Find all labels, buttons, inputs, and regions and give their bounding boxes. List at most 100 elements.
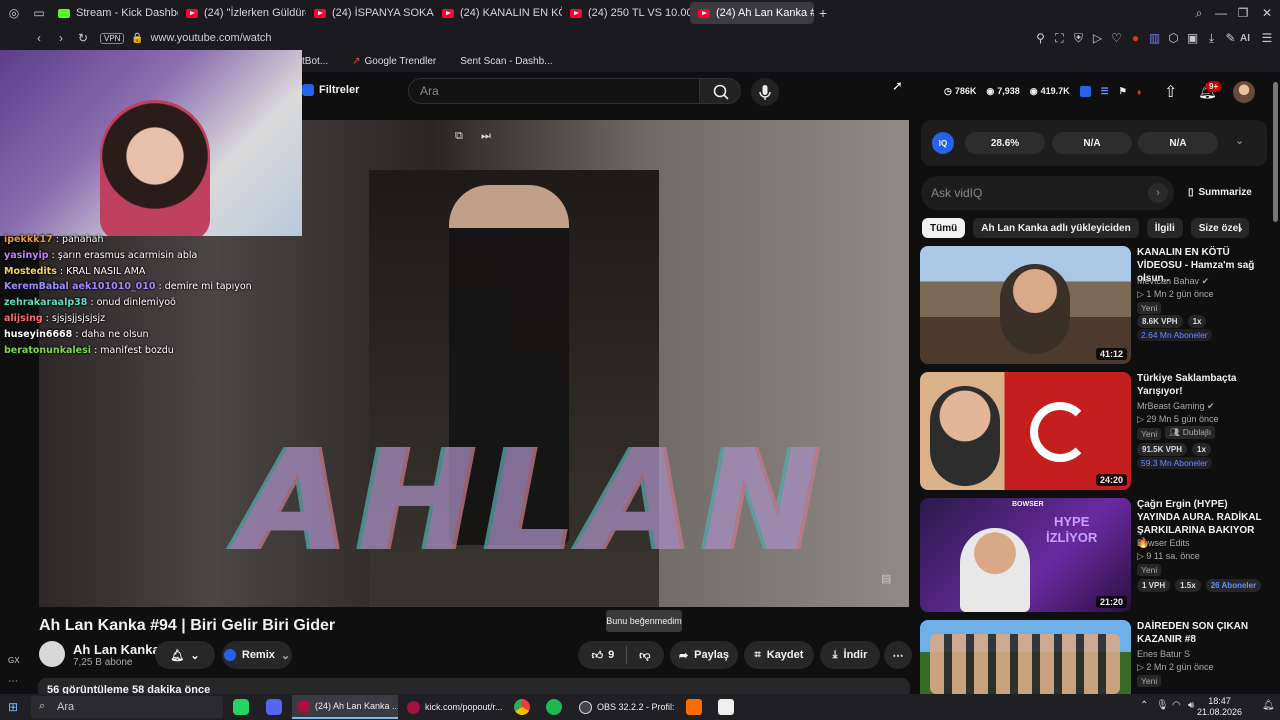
bookmark-item[interactable]: tBot...	[302, 56, 328, 67]
vidiq-stat-2[interactable]: N/A	[1052, 132, 1132, 154]
tab-youtube-3[interactable]: (24) KANALIN EN KÖTÜ Vİ	[434, 2, 562, 24]
list-icon[interactable]: ☰	[1101, 86, 1109, 97]
miniplayer-icon[interactable]: ⧉	[455, 130, 463, 143]
taskbar-item-kick[interactable]: kick.com/popout/r...	[402, 695, 502, 719]
remix-button[interactable]: Remix ⌄	[222, 641, 292, 669]
vidiq-stat-3[interactable]: N/A	[1138, 132, 1218, 154]
chip-uploader[interactable]: Ah Lan Kanka adlı yükleyiciden	[973, 218, 1139, 238]
taskbar-item-obs[interactable]: OBS 32.2.2 - Profil: ...	[574, 695, 678, 719]
tab-youtube-4[interactable]: (24) 250 TL VS 10.000 TL Y	[562, 2, 690, 24]
edit-icon[interactable]: ✎	[1221, 31, 1240, 45]
heart-icon[interactable]: ♡	[1107, 31, 1126, 45]
mic-icon[interactable]: 🎙︎	[1156, 700, 1169, 711]
subscribe-bell-button[interactable]: 🔔︎ ⌄	[155, 641, 215, 669]
snapshot-icon[interactable]: ⛶	[1050, 31, 1069, 46]
tab-youtube-1[interactable]: (24) "İzlerken Güldüren Ed	[178, 2, 306, 24]
pin-icon[interactable]: ⚲	[1031, 31, 1050, 45]
tab-kick-dashboard[interactable]: Stream - Kick Dashboard	[50, 2, 178, 24]
rec-title[interactable]: DAİREDEN SON ÇIKAN KAZANIR #8	[1137, 620, 1269, 646]
chevron-down-icon[interactable]: ⌄	[1235, 134, 1244, 147]
like-button[interactable]: 👍︎ 9	[592, 649, 615, 662]
app-icon[interactable]	[718, 699, 734, 715]
tray-chevron-icon[interactable]: ⌃	[1140, 700, 1148, 711]
chip-related[interactable]: İlgili	[1146, 218, 1183, 238]
search-button[interactable]	[699, 78, 741, 104]
tab-youtube-active[interactable]: (24) Ah Lan Kanka #94 | Bi	[690, 2, 814, 24]
thumbnail[interactable]: 24:20	[920, 372, 1131, 490]
download-button[interactable]: ⤓ İndir	[820, 641, 880, 669]
thumbnail[interactable]: 41:12	[920, 246, 1131, 364]
bell-alert-icon[interactable]: ♦	[1137, 87, 1142, 97]
recommendation-item[interactable]: BOWSER HYPE İZLİYOR 21:20 Çağrı Ergin (H…	[920, 498, 1270, 612]
new-tab-button[interactable]: +	[814, 5, 832, 21]
whatsapp-icon[interactable]	[233, 699, 249, 715]
taskbar-item-youtube[interactable]: (24) Ah Lan Kanka ...	[292, 695, 398, 719]
rec-title[interactable]: Türkiye Saklambaçta Yarışıyor!	[1137, 372, 1269, 398]
vidiq-score[interactable]: 28.6%	[965, 132, 1045, 154]
extensions-icon[interactable]: ⬡	[1164, 31, 1183, 45]
url-field[interactable]: www.youtube.com/watch	[150, 32, 271, 44]
menu-icon[interactable]: ☰	[1258, 31, 1276, 45]
shield-icon[interactable]: ⛨	[1069, 31, 1088, 46]
rec-channel[interactable]: Bowser Edits	[1137, 538, 1190, 548]
download-icon[interactable]: ⤓	[1202, 31, 1221, 46]
play-icon[interactable]: ▷	[1088, 31, 1107, 45]
notification-center-icon[interactable]: 🔔︎	[1262, 700, 1275, 711]
save-button[interactable]: ⌗ Kaydet	[744, 641, 814, 669]
tab-youtube-2[interactable]: (24) İSPANYA SOKAK YEM	[306, 2, 434, 24]
tag-icon[interactable]: ⚑	[1119, 86, 1127, 97]
tab-menu-icon[interactable]: ▭	[28, 6, 50, 20]
minimize-icon[interactable]: —	[1210, 6, 1232, 20]
gx-icon[interactable]: GX	[8, 656, 20, 665]
bookmark-item[interactable]: Sent Scan - Dashb...	[460, 56, 552, 67]
bookmark-google-trends[interactable]: ↗ Google Trendler	[352, 56, 436, 67]
chrome-icon[interactable]	[514, 699, 530, 715]
search-input[interactable]: Ara	[408, 78, 700, 104]
back-icon[interactable]: ‹	[28, 31, 50, 45]
thumbnail[interactable]	[920, 620, 1131, 694]
thumbnail[interactable]: BOWSER HYPE İZLİYOR 21:20	[920, 498, 1131, 612]
recommendation-item[interactable]: DAİREDEN SON ÇIKAN KAZANIR #8 Enes Batur…	[920, 620, 1270, 694]
app-icon[interactable]	[686, 699, 702, 715]
send-icon[interactable]: ›	[1148, 183, 1168, 203]
sidebar-more-icon[interactable]: ⋯	[8, 676, 18, 687]
rec-channel[interactable]: MrBeast Gaming ✔	[1137, 401, 1215, 412]
rec-channel[interactable]: Enes Batur S	[1137, 649, 1190, 659]
extension-red-icon[interactable]: ●	[1126, 31, 1145, 45]
spotify-icon[interactable]	[546, 699, 562, 715]
recommendation-item[interactable]: 41:12 KANALIN EN KÖTÜ VİDEOSU - Hamza'm …	[920, 246, 1270, 364]
vidiq-ext-icon[interactable]: ▥	[1145, 31, 1164, 45]
dislike-button[interactable]: 👎︎	[639, 649, 650, 662]
screenshot-icon[interactable]: ▣	[1183, 31, 1202, 45]
upload-icon[interactable]: ⇧	[1164, 82, 1177, 102]
clock[interactable]: 18:47 21.08.2026	[1197, 696, 1242, 718]
summarize-button[interactable]: ▯ Summarize	[1188, 187, 1252, 198]
share-button[interactable]: ➦ Paylaş	[670, 641, 738, 669]
scrollbar-thumb[interactable]	[1273, 82, 1278, 222]
ask-vidiq-input[interactable]: Ask vidIQ ›	[921, 176, 1174, 210]
vpn-badge[interactable]: VPN	[100, 32, 125, 44]
search-tabs-icon[interactable]: ⌕	[1188, 6, 1210, 21]
wifi-icon[interactable]: ◠	[1172, 700, 1181, 711]
filters-button[interactable]: Filtreler	[302, 84, 359, 96]
more-actions-button[interactable]: ⋯	[884, 641, 912, 669]
recommendation-item[interactable]: 24:20 Türkiye Saklambaçta Yarışıyor! MrB…	[920, 372, 1270, 490]
chip-all[interactable]: Tümü	[922, 218, 966, 238]
rec-channel[interactable]: Mevtcan Bahav ✔	[1137, 276, 1209, 287]
discord-icon[interactable]	[266, 699, 282, 715]
forward-icon[interactable]: ›	[50, 31, 72, 45]
taskbar-search[interactable]: ⌕ Ara	[31, 696, 223, 718]
windows-start-icon[interactable]: ⊞	[8, 700, 18, 714]
reload-icon[interactable]: ↻	[72, 31, 94, 45]
next-icon[interactable]: ⏭	[481, 130, 491, 143]
close-window-icon[interactable]: ✕	[1254, 6, 1280, 20]
channel-avatar[interactable]	[39, 641, 65, 667]
vidiq-icon[interactable]	[1079, 86, 1091, 97]
avatar[interactable]	[1233, 81, 1255, 103]
opera-gx-icon[interactable]: ◎	[0, 6, 28, 20]
volume-icon[interactable]: 🔊︎	[1188, 700, 1194, 711]
restore-icon[interactable]: ❐	[1232, 6, 1254, 20]
channel-name[interactable]: Ah Lan Kanka	[73, 642, 160, 657]
voice-search-button[interactable]	[751, 78, 779, 106]
chips-next-icon[interactable]: ›	[1238, 220, 1243, 236]
